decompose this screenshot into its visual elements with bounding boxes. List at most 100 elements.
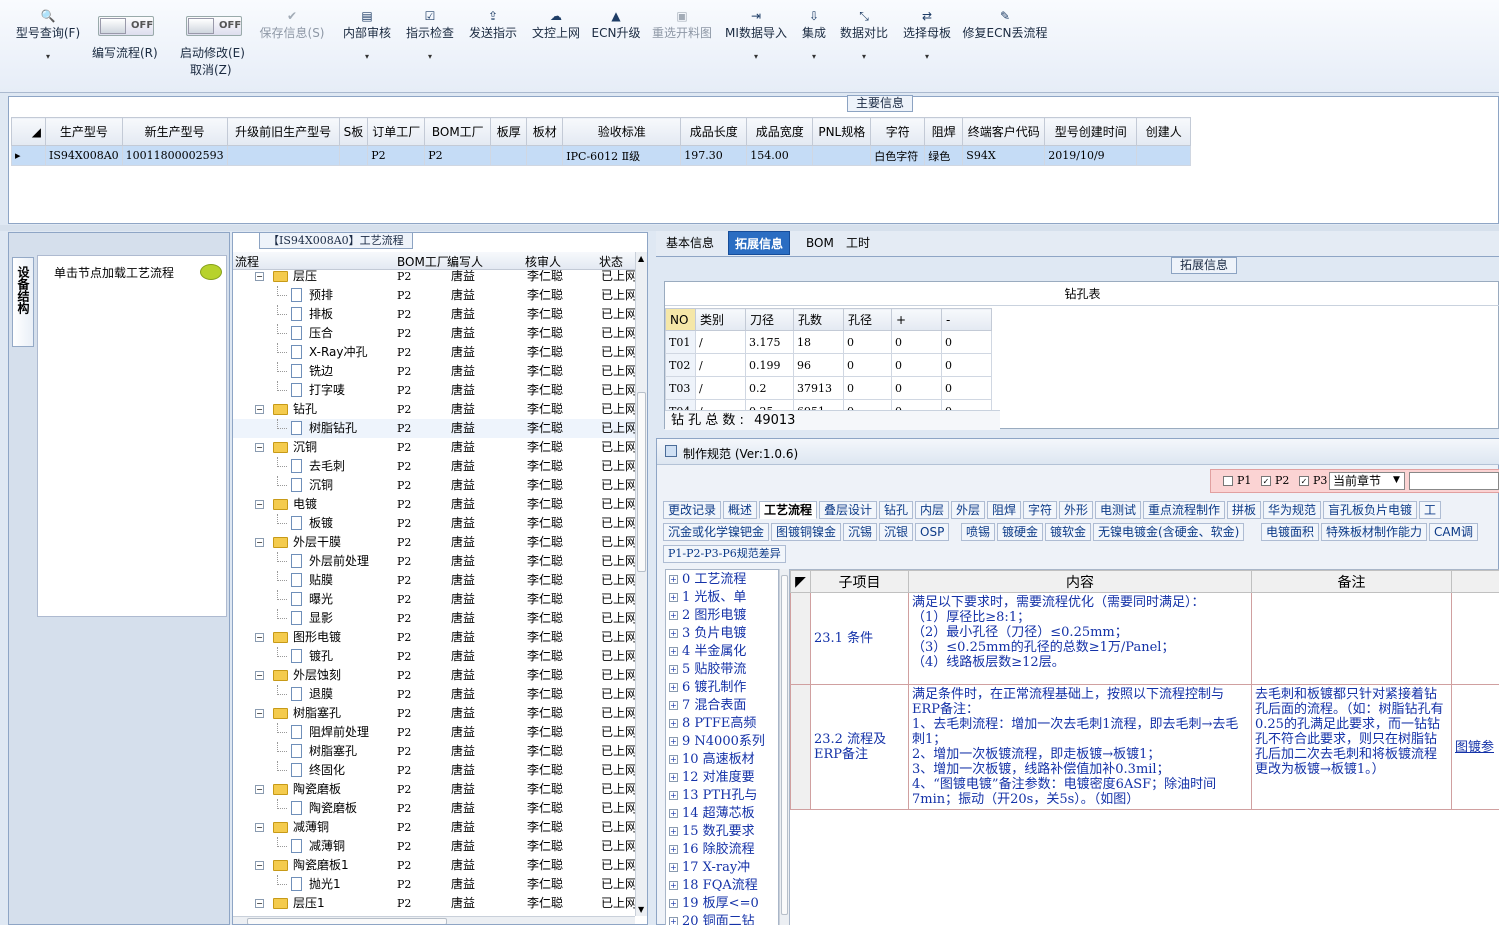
spec-tab[interactable]: 更改记录 [663, 501, 722, 519]
grid-cell[interactable]: 154.00 [746, 145, 814, 166]
col-header[interactable]: BOM工厂 [424, 117, 492, 146]
col-header[interactable]: 创建人 [1136, 117, 1192, 146]
collapse-icon[interactable]: − [255, 500, 264, 509]
expand-icon[interactable]: + [669, 575, 678, 584]
collapse-icon[interactable]: − [255, 633, 264, 642]
tree-row[interactable]: 外层前处理 P2 唐益 李仁聪 已上网 [233, 552, 635, 571]
tree-row[interactable]: 铣边 P2 唐益 李仁聪 已上网 [233, 362, 635, 381]
drill-cell[interactable]: 0 [941, 330, 992, 354]
collapse-icon[interactable]: − [255, 861, 264, 870]
col-header[interactable]: 成品宽度 [746, 117, 814, 146]
expand-icon[interactable]: + [669, 755, 678, 764]
grid-cell[interactable] [226, 145, 340, 166]
expand-icon[interactable]: + [669, 593, 678, 602]
tree-row[interactable]: 终固化 P2 唐益 李仁聪 已上网 [233, 761, 635, 780]
tree-row[interactable]: − 沉铜 P2 唐益 李仁聪 已上网 [233, 438, 635, 457]
rule-row[interactable]: 23.1 条件 满足以下要求时，需要流程优化（需要同时满足）： （1）厚径比≥8:… [790, 592, 1499, 685]
col-header[interactable]: 升级前旧生产型号 [226, 117, 340, 146]
tree-row[interactable]: 显影 P2 唐益 李仁聪 已上网 [233, 609, 635, 628]
spec-tab[interactable]: 华为规范 [1263, 501, 1322, 519]
col-header[interactable]: 板厚 [490, 117, 528, 146]
drill-cell[interactable]: T01 [665, 330, 696, 354]
drill-col-header[interactable]: 类别 [695, 308, 746, 331]
checkbox-p2[interactable]: ✓ [1261, 476, 1271, 486]
dropdown-arrow-icon[interactable]: ▾ [16, 51, 80, 63]
drill-row[interactable]: T01/3.175 18 0 0 0 [665, 330, 992, 354]
spec-tab[interactable]: 钻孔 [879, 501, 914, 519]
spec-tab[interactable]: 电镀面积 [1261, 523, 1320, 541]
drill-col-header[interactable]: 孔径 [843, 308, 892, 331]
rule-item[interactable]: 23.2 流程及ERP备注 [810, 684, 909, 810]
dropdown-arrow-icon[interactable]: ▾ [802, 51, 826, 63]
col-header[interactable]: 成品长度 [680, 117, 748, 146]
spec-tab[interactable]: 沉金或化学镍钯金 [663, 523, 770, 541]
expand-icon[interactable]: + [669, 701, 678, 710]
col-header[interactable]: 字符 [870, 117, 926, 146]
col-header[interactable]: 板材 [526, 117, 564, 146]
chapter-vscroll[interactable] [779, 569, 789, 925]
drill-cell[interactable]: 0 [941, 376, 992, 400]
tree-row[interactable]: − 树脂塞孔 P2 唐益 李仁聪 已上网 [233, 704, 635, 723]
tree-row[interactable]: 阻焊前处理 P2 唐益 李仁聪 已上网 [233, 723, 635, 742]
drill-cell[interactable]: / [695, 353, 746, 377]
process-col-header[interactable]: 编写人 [447, 253, 483, 270]
toggle1-label[interactable]: 编写流程(R) [92, 44, 158, 61]
process-col-header[interactable]: 状态 [599, 253, 623, 270]
toolbar-button-3[interactable]: ☑ 指示检查 ▾ [406, 8, 454, 63]
process-col-header[interactable]: 流程 [235, 253, 259, 270]
drill-cell[interactable]: / [695, 376, 746, 400]
col-header[interactable]: 新生产型号 [121, 117, 228, 146]
rule-link[interactable]: 图镀参 [1451, 684, 1499, 810]
expand-icon[interactable]: + [669, 665, 678, 674]
spec-tab[interactable]: 工艺流程 [759, 501, 818, 519]
process-col-header[interactable]: 核审人 [525, 253, 561, 270]
col-header[interactable]: 生产型号 [45, 117, 123, 146]
spec-tab[interactable]: 概述 [723, 501, 758, 519]
dropdown-arrow-icon[interactable] [963, 51, 1048, 63]
expand-icon[interactable]: + [669, 791, 678, 800]
expand-icon[interactable]: + [669, 899, 678, 908]
dropdown-arrow-icon[interactable]: ▾ [903, 51, 951, 63]
grid-corner[interactable]: ◢ [11, 117, 46, 146]
dropdown-arrow-icon[interactable] [652, 51, 712, 63]
dropdown-arrow-icon[interactable]: ▾ [725, 51, 787, 63]
expand-icon[interactable]: + [669, 917, 678, 925]
drill-cell[interactable]: 0.2 [745, 376, 794, 400]
expand-icon[interactable]: + [669, 809, 678, 818]
toolbar-button-8[interactable]: ⇥ MI数据导入 ▾ [725, 8, 787, 63]
spec-tab[interactable]: 外层 [951, 501, 986, 519]
expand-icon[interactable]: + [669, 773, 678, 782]
rule-link[interactable] [1451, 592, 1499, 685]
spec-tab[interactable]: CAM调 [1429, 523, 1478, 541]
tree-row[interactable]: 贴膜 P2 唐益 李仁聪 已上网 [233, 571, 635, 590]
spec-tab[interactable]: 喷锡 [961, 523, 996, 541]
grid-cell[interactable]: S94X [962, 145, 1046, 166]
tree-row[interactable]: 镀孔 P2 唐益 李仁聪 已上网 [233, 647, 635, 666]
hscroll-thumb[interactable] [247, 918, 447, 924]
spec-tab[interactable]: OSP [915, 523, 950, 541]
tree-row[interactable]: 预排 P2 唐益 李仁聪 已上网 [233, 286, 635, 305]
drill-cell[interactable]: 0 [891, 330, 942, 354]
expand-icon[interactable]: + [669, 845, 678, 854]
checkbox-p1[interactable] [1223, 476, 1233, 486]
col-header[interactable]: 验收标准 [562, 117, 682, 146]
grid-cell[interactable]: 绿色 [924, 145, 964, 166]
tree-row[interactable]: − 层压 P2 唐益 李仁聪 已上网 [233, 270, 635, 286]
toggle2-label[interactable]: 启动修改(E) [180, 44, 245, 61]
col-header[interactable]: 阻焊 [924, 117, 964, 146]
tree-row[interactable]: 减薄铜 P2 唐益 李仁聪 已上网 [233, 837, 635, 856]
spec-tab[interactable]: 阻焊 [987, 501, 1022, 519]
spec-tab[interactable]: 重点流程制作 [1143, 501, 1226, 519]
spec-tab[interactable]: 字符 [1023, 501, 1058, 519]
tree-row[interactable]: 去毛刺 P2 唐益 李仁聪 已上网 [233, 457, 635, 476]
tree-row[interactable]: − 陶瓷磨板1 P2 唐益 李仁聪 已上网 [233, 856, 635, 875]
checkbox-p3[interactable]: ✓ [1299, 476, 1309, 486]
tree-row[interactable]: 曝光 P2 唐益 李仁聪 已上网 [233, 590, 635, 609]
grid-cell[interactable] [490, 145, 528, 166]
tree-row[interactable]: − 图形电镀 P2 唐益 李仁聪 已上网 [233, 628, 635, 647]
dropdown-arrow-icon[interactable] [592, 51, 641, 63]
process-vscroll[interactable]: ▲ ▼ [635, 252, 647, 916]
collapse-icon[interactable]: − [255, 538, 264, 547]
chevron-down-icon[interactable]: ▼ [1393, 475, 1400, 485]
grid-cell[interactable] [1136, 145, 1192, 166]
